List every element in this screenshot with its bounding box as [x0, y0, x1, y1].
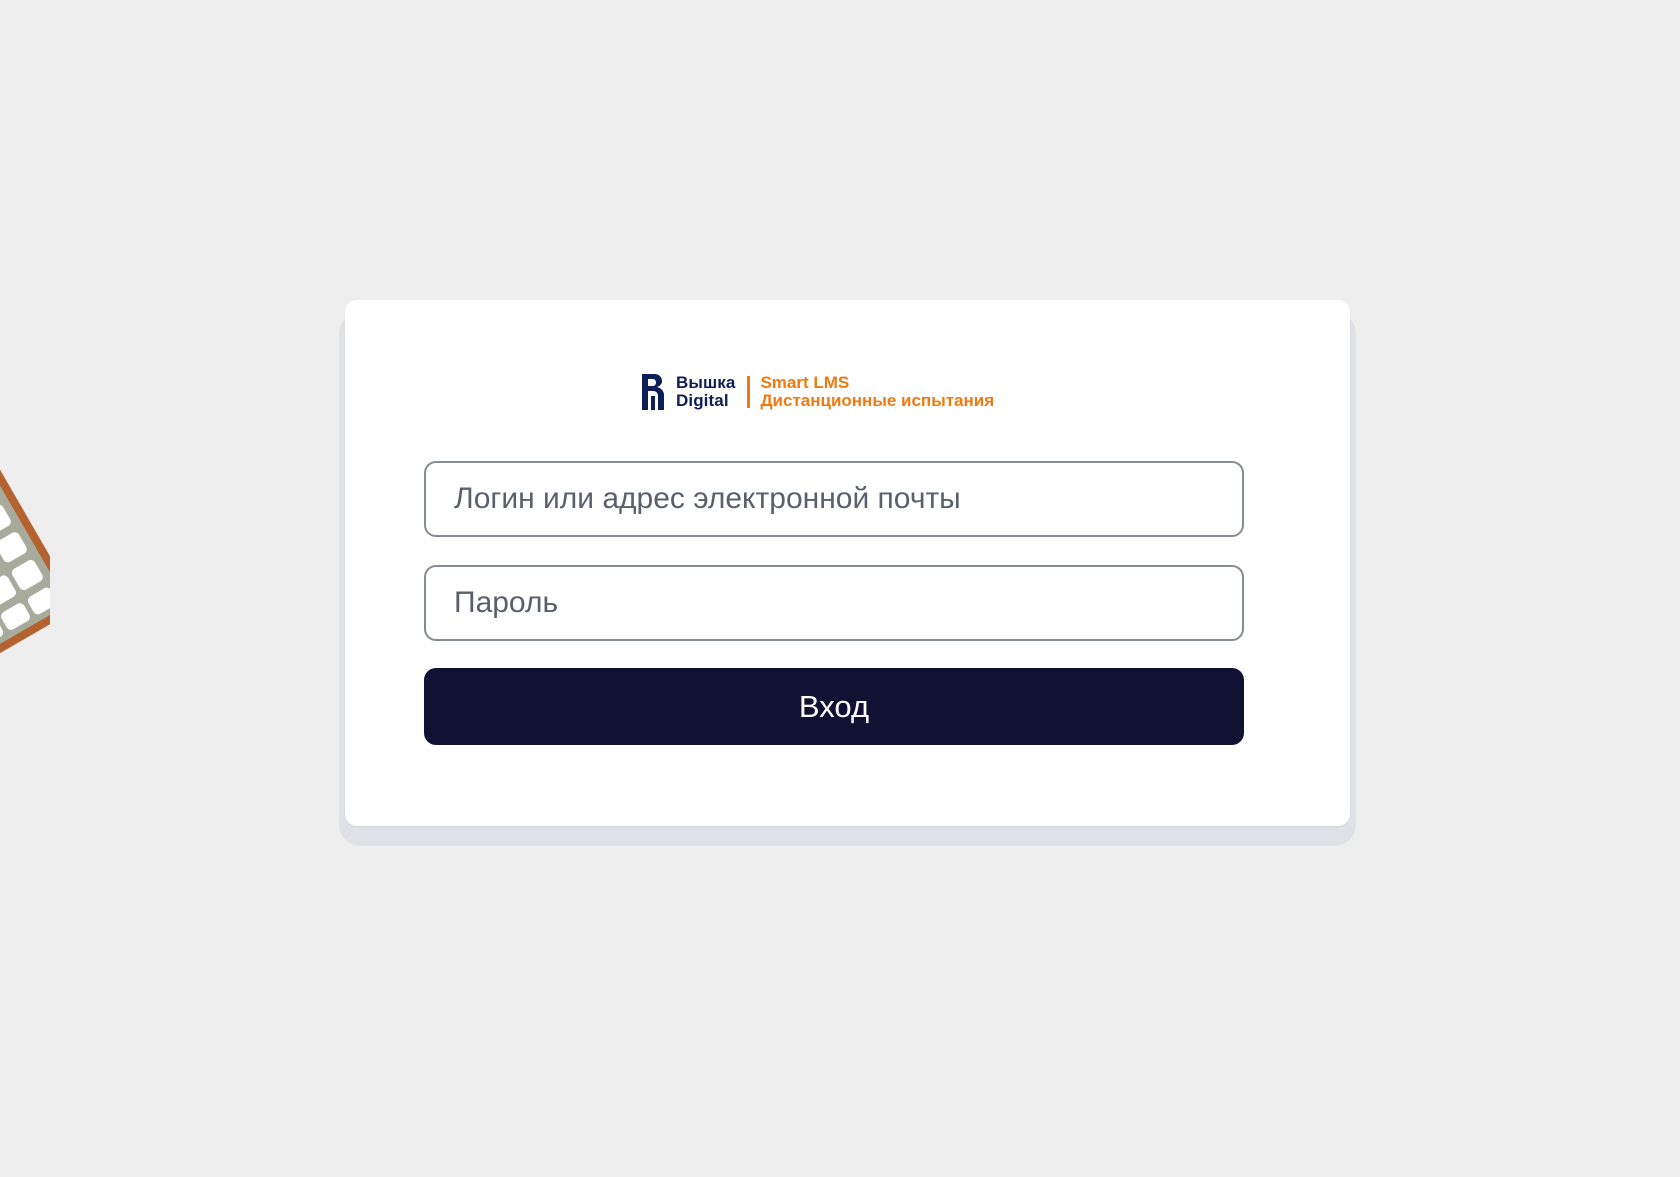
product-name-line1: Smart LMS	[760, 373, 850, 392]
password-input[interactable]	[452, 585, 1216, 621]
calculator-icon	[0, 450, 50, 660]
hse-logo-mark-icon	[642, 374, 664, 410]
logo-divider	[747, 376, 751, 408]
login-input[interactable]	[452, 481, 1216, 517]
page-background: Вышка Digital Smart LMS Дистанционные ис…	[0, 0, 1680, 1177]
product-name-line2: Дистанционные испытания	[760, 391, 995, 410]
login-field[interactable]	[424, 461, 1244, 537]
login-button[interactable]: Вход	[424, 668, 1244, 745]
brand-name: Вышка Digital	[676, 374, 735, 410]
brand-name-line1: Вышка	[676, 373, 736, 392]
login-card: Вышка Digital Smart LMS Дистанционные ис…	[345, 300, 1350, 826]
password-field[interactable]	[424, 565, 1244, 641]
brand-logo: Вышка Digital Smart LMS Дистанционные ис…	[640, 370, 994, 414]
brand-name-line2: Digital	[676, 391, 729, 410]
product-name: Smart LMS Дистанционные испытания	[760, 374, 994, 410]
